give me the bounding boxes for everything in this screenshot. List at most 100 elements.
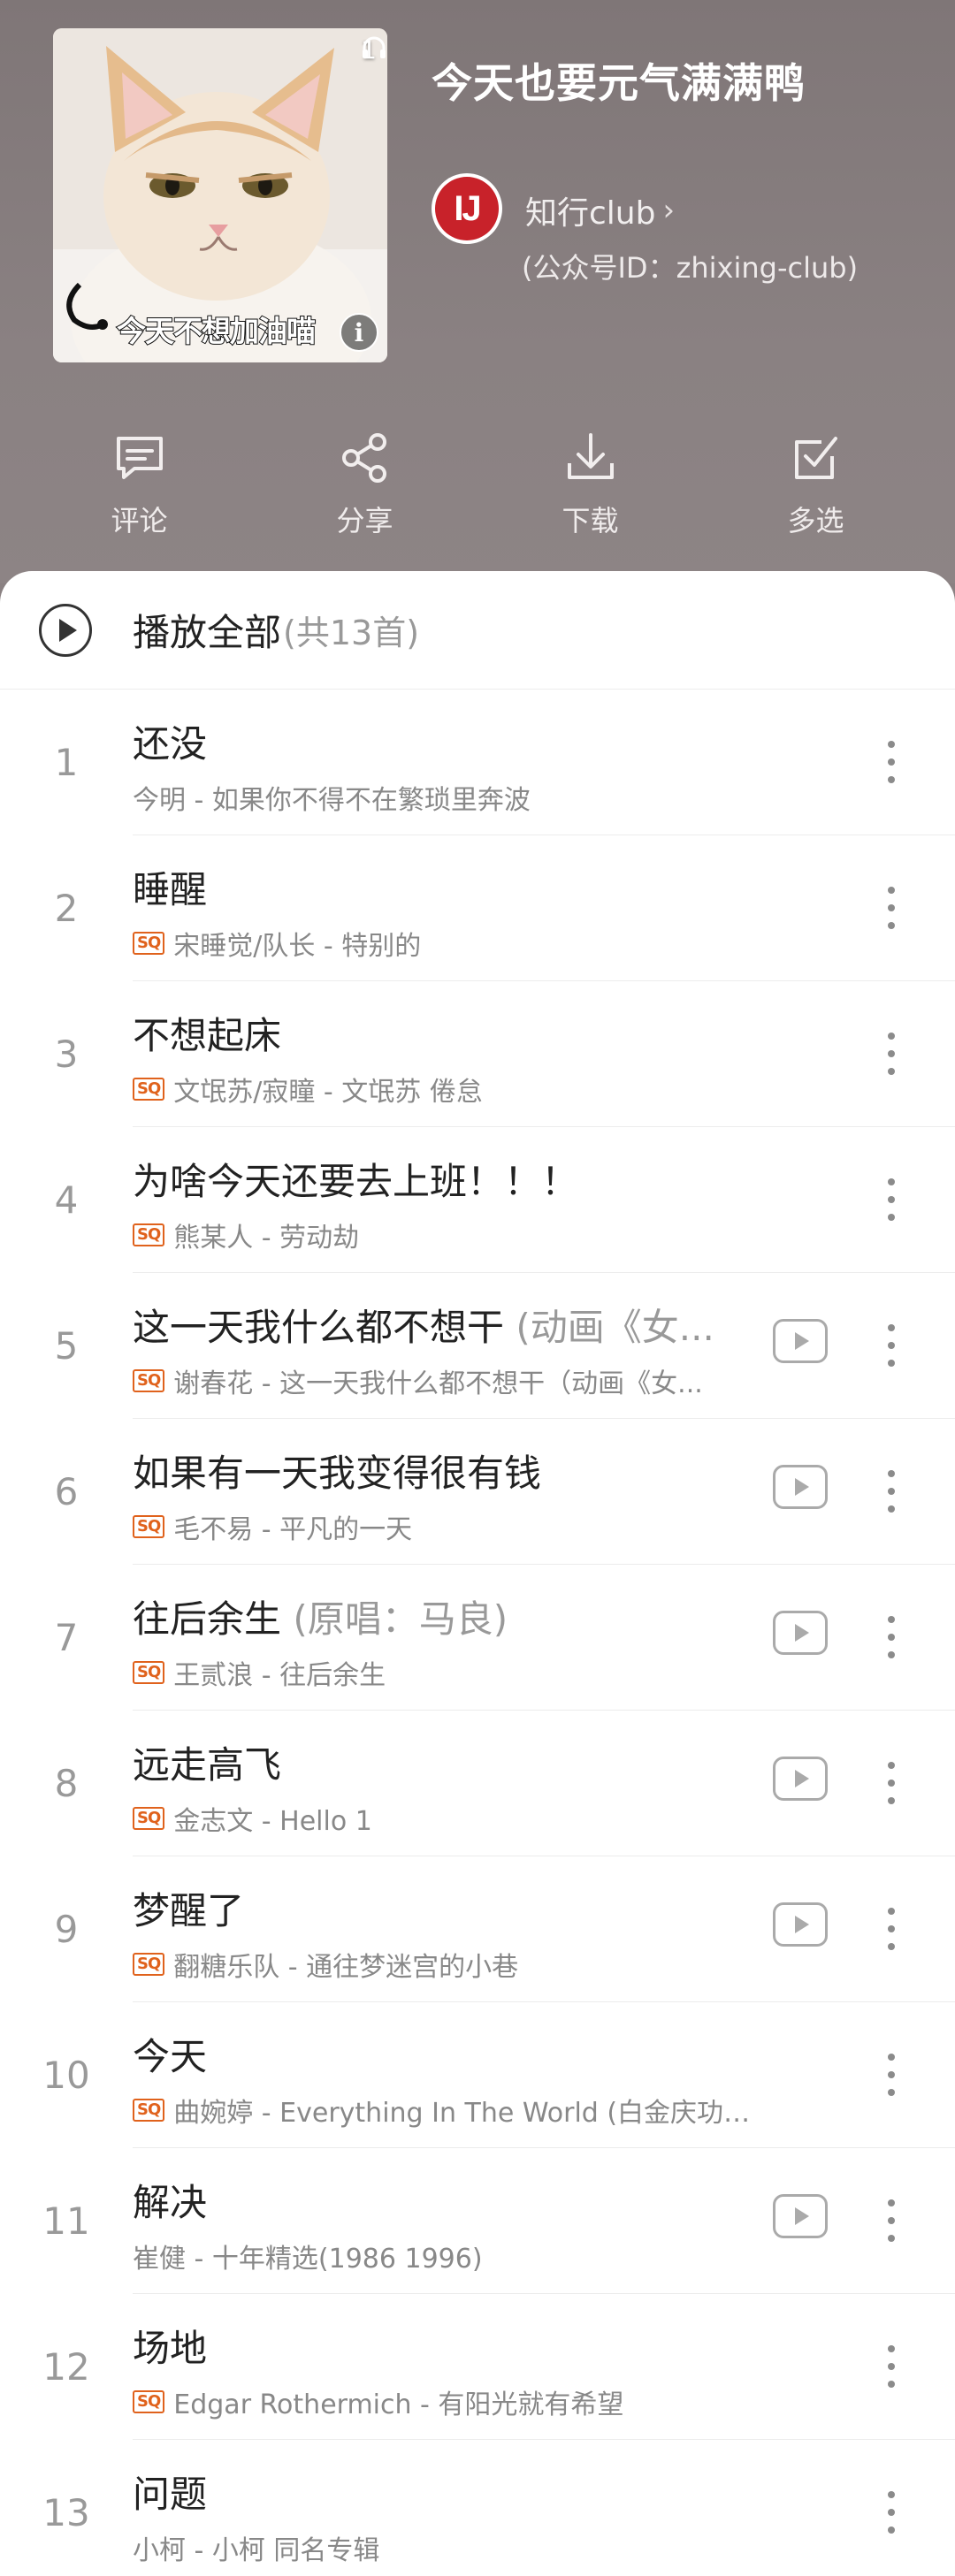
- action-bar: 评论 分享 下载 多选: [0, 430, 955, 545]
- more-dot: [888, 1488, 895, 1495]
- mv-play-icon[interactable]: [773, 1902, 828, 1947]
- song-row[interactable]: 6 如果有一天我变得很有钱 SQ 毛不易 - 平凡的一天: [0, 1419, 955, 1565]
- song-row[interactable]: 9 梦醒了 SQ 翻糖乐队 - 通往梦迷宫的小巷: [0, 1856, 955, 2002]
- song-title-main: 为啥今天还要去上班！！！: [133, 1160, 579, 1203]
- more-options-icon[interactable]: [875, 735, 907, 789]
- more-dot: [888, 2509, 895, 2516]
- song-meta: SQ Edgar Rothermich - 有阳光就有希望: [133, 2382, 623, 2421]
- song-number: 12: [42, 2345, 90, 2389]
- song-meta: SQ 王贰浪 - 往后余生: [133, 1653, 386, 1692]
- more-dot: [888, 1050, 895, 1057]
- song-title-main: 问题: [133, 2473, 208, 2516]
- mv-play-icon[interactable]: [773, 1465, 828, 1509]
- song-artist-album: 金志文 - Hello 1: [173, 1806, 372, 1837]
- song-row[interactable]: 13 问题 小柯 - 小柯 同名专辑: [0, 2440, 955, 2576]
- song-row[interactable]: 5 这一天我什么都不想干 (动画《女... SQ 谢春花 - 这一天我什么都不想干（动…: [0, 1273, 955, 1419]
- song-title: 梦醒了: [133, 1881, 244, 1935]
- song-number: 11: [42, 2199, 90, 2243]
- song-number: 8: [54, 1762, 79, 1805]
- play-all-label: 播放全部: [133, 611, 282, 654]
- song-number: 1: [54, 741, 79, 784]
- song-title-note: (动画《女...: [516, 1306, 714, 1349]
- song-title-main: 场地: [133, 2327, 208, 2370]
- more-options-icon[interactable]: [875, 1902, 907, 1955]
- more-options-icon[interactable]: [875, 1319, 907, 1372]
- more-options-icon[interactable]: [875, 881, 907, 934]
- download-button[interactable]: 下载: [478, 430, 703, 545]
- mv-play-icon[interactable]: [773, 1319, 828, 1363]
- song-row[interactable]: 4 为啥今天还要去上班！！！ SQ 熊某人 - 劳动劫: [0, 1127, 955, 1273]
- play-all-icon[interactable]: [39, 603, 92, 657]
- more-dot: [888, 904, 895, 911]
- download-label: 下载: [562, 504, 619, 537]
- playlist-cover[interactable]: 1 今天不想加油喵 i: [53, 28, 387, 362]
- more-dot: [888, 776, 895, 783]
- song-row[interactable]: 11 解决崔健 - 十年精选(1986 1996): [0, 2148, 955, 2294]
- mv-play-icon[interactable]: [773, 1757, 828, 1801]
- sq-badge: SQ: [133, 932, 165, 955]
- song-meta: 崔健 - 十年精选(1986 1996): [133, 2237, 483, 2275]
- song-row[interactable]: 12 场地 SQ Edgar Rothermich - 有阳光就有希望: [0, 2294, 955, 2440]
- creator-avatar[interactable]: IJ: [432, 173, 502, 244]
- multi-select-icon: [794, 437, 837, 479]
- more-dot: [888, 1196, 895, 1203]
- sq-badge: SQ: [133, 1223, 165, 1246]
- info-icon[interactable]: i: [340, 313, 378, 352]
- song-meta: SQ 金志文 - Hello 1: [133, 1799, 372, 1838]
- more-dot: [888, 2363, 895, 2370]
- song-meta: SQ 谢春花 - 这一天我什么都不想干（动画《女...: [133, 1361, 703, 1400]
- song-title-main: 远走高飞: [133, 1743, 282, 1787]
- song-artist-album: 谢春花 - 这一天我什么都不想干（动画《女...: [173, 1368, 703, 1399]
- song-title-main: 今天: [133, 2035, 208, 2078]
- song-row[interactable]: 1 还没 今明 - 如果你不得不在繁琐里奔波: [0, 690, 955, 835]
- more-options-icon[interactable]: [875, 2340, 907, 2393]
- more-options-icon[interactable]: [875, 1757, 907, 1810]
- more-options-icon[interactable]: [875, 1611, 907, 1664]
- more-options-icon[interactable]: [875, 2048, 907, 2101]
- more-dot: [888, 1943, 895, 1950]
- more-options-icon[interactable]: [875, 2194, 907, 2247]
- more-dot: [888, 1342, 895, 1349]
- sq-badge: SQ: [133, 1807, 165, 1830]
- play-all-row[interactable]: 播放全部 (共13首): [0, 571, 955, 690]
- song-artist-album: 小柯 - 小柯 同名专辑: [133, 2535, 380, 2566]
- more-dot: [888, 1033, 895, 1040]
- comment-button[interactable]: 评论: [27, 430, 252, 545]
- mv-play-icon[interactable]: [773, 2194, 828, 2238]
- song-title: 还没: [133, 714, 207, 768]
- song-row[interactable]: 10 今天 SQ 曲婉婷 - Everything In The World (白金庆…: [0, 2002, 955, 2148]
- more-dot: [888, 2089, 895, 2096]
- more-options-icon[interactable]: [875, 1173, 907, 1226]
- song-number: 5: [54, 1324, 79, 1368]
- more-dot: [888, 1651, 895, 1658]
- multi-select-button[interactable]: 多选: [703, 430, 928, 545]
- share-icon: [341, 433, 386, 483]
- creator-link[interactable]: 知行club ›: [525, 187, 675, 233]
- song-row[interactable]: 8 远走高飞 SQ 金志文 - Hello 1: [0, 1711, 955, 1856]
- more-dot: [888, 741, 895, 748]
- mv-play-icon[interactable]: [773, 1611, 828, 1655]
- more-dot: [888, 2217, 895, 2224]
- more-dot: [888, 1780, 895, 1787]
- share-button[interactable]: 分享: [252, 430, 478, 545]
- more-dot: [888, 1324, 895, 1331]
- song-meta: SQ 曲婉婷 - Everything In The World (白金庆功版): [133, 2091, 752, 2130]
- song-title: 往后余生 (原唱：马良): [133, 1589, 508, 1643]
- more-options-icon[interactable]: [875, 2486, 907, 2539]
- song-title-main: 不想起床: [133, 1014, 282, 1057]
- song-title-main: 还没: [133, 722, 208, 766]
- playlist-title: 今天也要元气满满鸭: [432, 59, 806, 107]
- more-options-icon[interactable]: [875, 1465, 907, 1518]
- more-dot: [888, 2235, 895, 2242]
- song-number: 4: [54, 1178, 79, 1222]
- more-dot: [888, 1925, 895, 1932]
- song-number: 9: [54, 1908, 79, 1951]
- song-artist-album: 曲婉婷 - Everything In The World (白金庆功版): [173, 2098, 752, 2129]
- song-artist-album: 毛不易 - 平凡的一天: [173, 1514, 413, 1545]
- song-row[interactable]: 2 睡醒 SQ 宋睡觉/队长 - 特别的: [0, 835, 955, 981]
- more-dot: [888, 1762, 895, 1769]
- more-options-icon[interactable]: [875, 1027, 907, 1080]
- song-title-main: 解决: [133, 2181, 208, 2224]
- song-row[interactable]: 3 不想起床 SQ 文氓苏/寂瞳 - 文氓苏 倦怠: [0, 981, 955, 1127]
- song-row[interactable]: 7 往后余生 (原唱：马良) SQ 王贰浪 - 往后余生: [0, 1565, 955, 1711]
